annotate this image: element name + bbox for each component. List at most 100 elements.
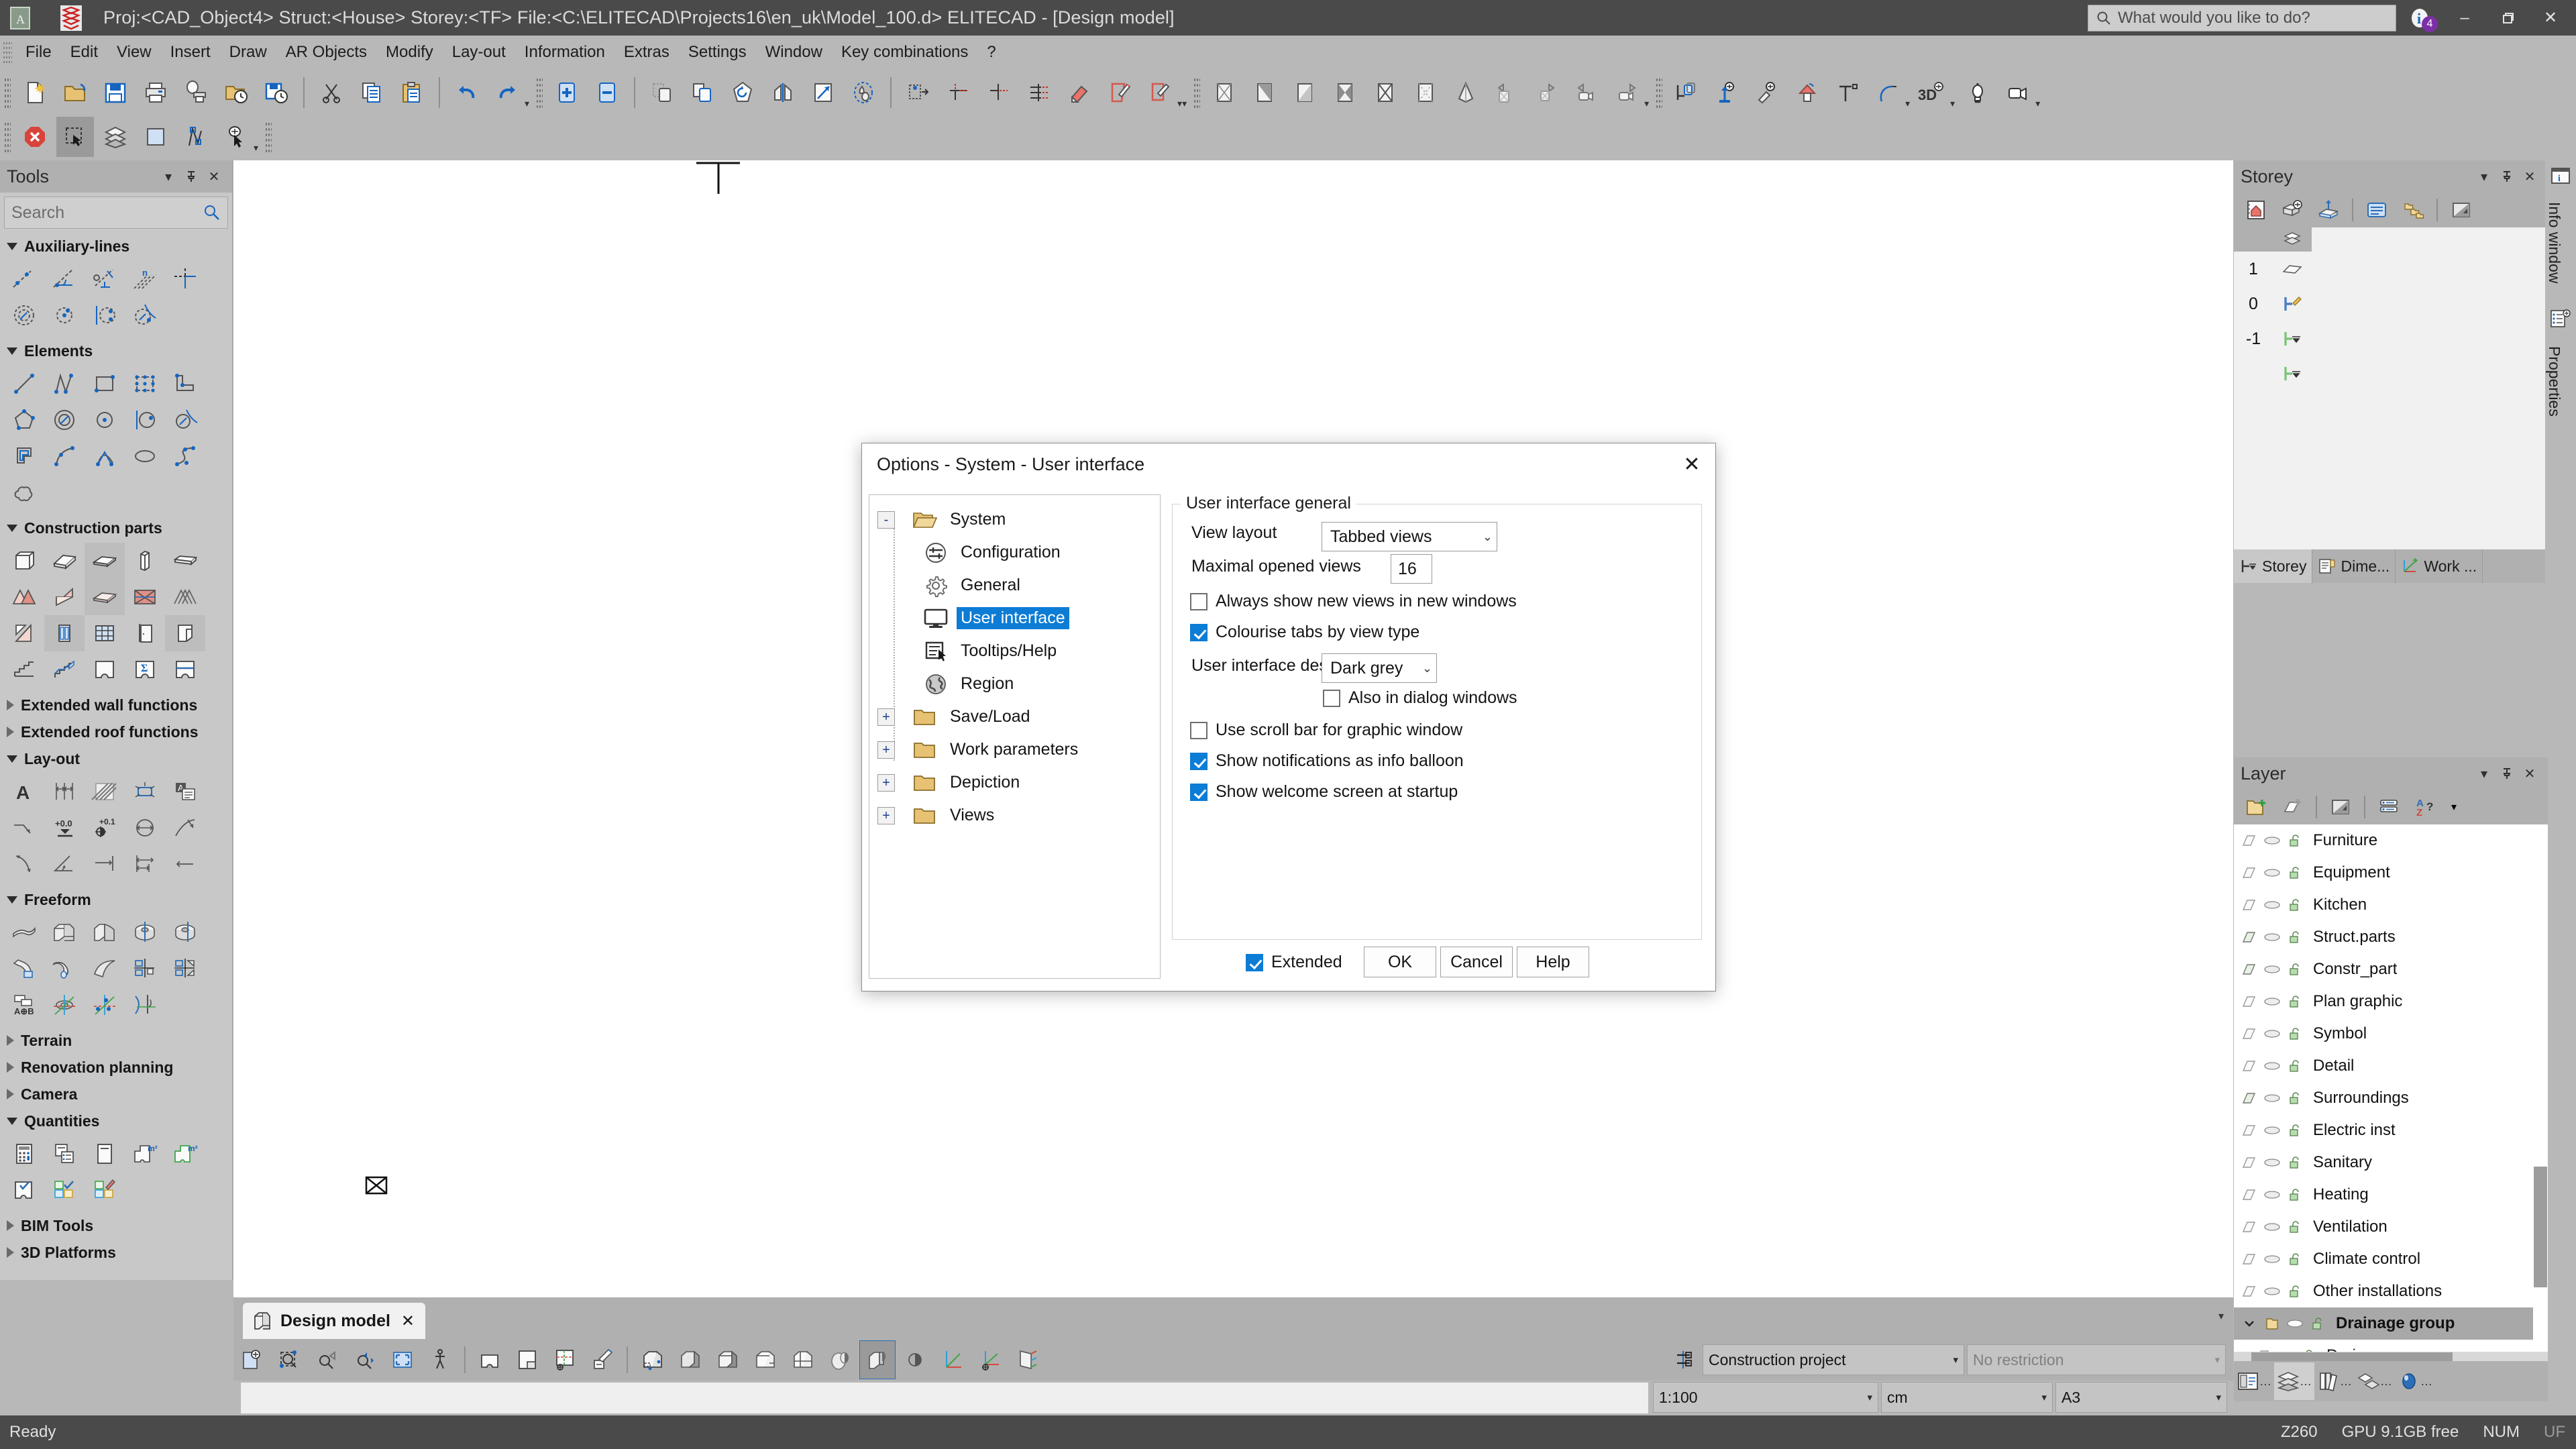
storey-up-icon[interactable]: [1708, 72, 1746, 113]
tools-group-terrain[interactable]: Terrain: [0, 1027, 232, 1054]
tools-group-layout[interactable]: Lay-out: [0, 745, 232, 772]
zoom-window-icon[interactable]: [272, 1340, 308, 1379]
zoom-out-icon[interactable]: [588, 72, 626, 113]
extended-checkbox-row[interactable]: Extended: [1246, 953, 1342, 972]
menu-help[interactable]: ?: [977, 36, 1005, 69]
help-button[interactable]: Help: [1517, 947, 1589, 977]
always-new-windows-checkbox-row[interactable]: Always show new views in new windows: [1190, 592, 1517, 611]
menu-settings[interactable]: Settings: [679, 36, 756, 69]
tree-node-region[interactable]: Region: [869, 667, 1160, 700]
section-plane-icon[interactable]: [1010, 1340, 1046, 1379]
contrast-icon[interactable]: [897, 1340, 933, 1379]
eraser-icon[interactable]: [1061, 72, 1098, 113]
view-next-icon[interactable]: [1527, 72, 1565, 113]
storey-detail-area[interactable]: [2312, 227, 2548, 549]
layer-fill-icon[interactable]: [2238, 898, 2261, 912]
tab-project-structure-icon[interactable]: …: [2234, 1362, 2274, 1400]
view-dropdown-caret[interactable]: ▾: [1644, 98, 1649, 109]
layers-icon[interactable]: [97, 117, 134, 157]
layer-fill-icon[interactable]: [2238, 1285, 2261, 1298]
light-source-icon[interactable]: [1959, 72, 1996, 113]
menu-file[interactable]: File: [16, 36, 61, 69]
paint-roller-icon[interactable]: [1748, 72, 1786, 113]
tools-panel-pin-icon[interactable]: [180, 165, 203, 188]
menu-layout[interactable]: Lay-out: [443, 36, 515, 69]
element-lshape-icon[interactable]: [165, 366, 205, 402]
restore-button[interactable]: [2486, 0, 2529, 36]
layer-visible-icon[interactable]: [2261, 996, 2284, 1008]
axis-origin-icon[interactable]: [972, 1340, 1008, 1379]
options-tree[interactable]: - System Configuration: [869, 494, 1161, 979]
layer-lock-icon[interactable]: [2284, 1091, 2306, 1106]
tree-node-configuration[interactable]: Configuration: [869, 536, 1160, 569]
save-icon[interactable]: [97, 72, 134, 113]
storey-row-number[interactable]: -1: [2234, 321, 2273, 356]
layer-visible-icon[interactable]: [2261, 963, 2284, 975]
arc-dimension-icon[interactable]: [165, 810, 205, 846]
element-concentric-icon[interactable]: [44, 402, 85, 438]
camera-icon[interactable]: [1999, 72, 2037, 113]
ok-button[interactable]: OK: [1364, 947, 1436, 977]
column-part-icon[interactable]: [125, 543, 165, 579]
view-prev-icon[interactable]: [1487, 72, 1525, 113]
cancel-button[interactable]: Cancel: [1440, 947, 1513, 977]
copy-object-icon[interactable]: [643, 72, 681, 113]
mirror-icon[interactable]: [764, 72, 802, 113]
element-rectangle-icon[interactable]: [85, 366, 125, 402]
menubar-grip[interactable]: [3, 41, 12, 64]
unit-combo[interactable]: cm ▾: [1881, 1382, 2053, 1413]
tree-node-depiction[interactable]: + Depiction: [869, 766, 1160, 799]
cube-outline-icon[interactable]: [747, 1340, 783, 1379]
element-polygon-icon[interactable]: [4, 402, 44, 438]
toolbar-grip-6[interactable]: [265, 121, 272, 152]
aux-circle-arc-icon[interactable]: [125, 297, 165, 333]
view-shade-icon[interactable]: [1286, 72, 1324, 113]
tools-group-bim-tools[interactable]: BIM Tools: [0, 1212, 232, 1239]
tab-materials-icon[interactable]: …: [2355, 1362, 2395, 1400]
tree-expander-expand[interactable]: +: [877, 741, 895, 759]
aux-angle-line-icon[interactable]: [44, 261, 85, 297]
layer-fill-icon[interactable]: [2238, 930, 2261, 944]
report-sheet-icon[interactable]: [85, 1136, 125, 1172]
layer-group-row[interactable]: Drainage group: [2234, 1307, 2548, 1340]
layer-visibility-icon[interactable]: [2322, 790, 2359, 824]
layer-fill-icon[interactable]: [2238, 1220, 2261, 1234]
arc-dropdown-caret[interactable]: ▾: [1905, 98, 1910, 109]
tools-panel-close-icon[interactable]: ✕: [203, 165, 225, 188]
layer-options-caret-icon[interactable]: ▾: [2443, 790, 2465, 824]
colourise-tabs-checkbox-row[interactable]: Colourise tabs by view type: [1190, 623, 1419, 642]
origin-view-icon[interactable]: [547, 1340, 583, 1379]
layer-panel-pin-icon[interactable]: [2496, 762, 2518, 785]
layer-row[interactable]: Plan graphic: [2234, 985, 2548, 1018]
tools-group-construction-parts[interactable]: Construction parts: [0, 515, 232, 541]
layer-row[interactable]: Struct.parts: [2234, 921, 2548, 953]
revolve-icon[interactable]: [125, 914, 165, 951]
flat-roof-icon[interactable]: [85, 579, 125, 615]
element-ellipse-icon[interactable]: [125, 438, 165, 474]
dimension-chain-icon[interactable]: [44, 773, 85, 810]
layer-lock-icon[interactable]: [2284, 898, 2306, 912]
zoom-all-icon[interactable]: [384, 1340, 421, 1379]
storey-settings-icon[interactable]: [2274, 193, 2310, 227]
layer-visible-icon[interactable]: [2261, 835, 2284, 847]
layer-row[interactable]: Surroundings: [2234, 1082, 2548, 1114]
undo-dropdown-caret[interactable]: ▾: [525, 98, 529, 109]
element-arc-triangle-icon[interactable]: [85, 438, 125, 474]
layer-visible-icon[interactable]: [2261, 899, 2284, 911]
view-layout-combo[interactable]: Tabbed views ⌄: [1322, 522, 1497, 551]
layer-row[interactable]: Heating: [2234, 1179, 2548, 1211]
layer-row[interactable]: Sanitary: [2234, 1146, 2548, 1179]
paper-size-combo[interactable]: A3 ▾: [2055, 1382, 2227, 1413]
properties-picker-icon[interactable]: [217, 117, 255, 157]
element-polyline-icon[interactable]: [44, 366, 85, 402]
edit-shape-icon[interactable]: [1101, 72, 1138, 113]
layer-row[interactable]: Electric inst: [2234, 1114, 2548, 1146]
storey-height-icon[interactable]: [2310, 193, 2347, 227]
extended-checkbox[interactable]: [1246, 954, 1263, 971]
render-mode-icon[interactable]: [859, 1340, 896, 1379]
tools-panel-menu-caret-icon[interactable]: ▾: [157, 165, 180, 188]
layer-visible-icon[interactable]: [2261, 1157, 2284, 1169]
menu-insert[interactable]: Insert: [161, 36, 220, 69]
room-icon[interactable]: [85, 651, 125, 688]
menu-draw[interactable]: Draw: [220, 36, 276, 69]
